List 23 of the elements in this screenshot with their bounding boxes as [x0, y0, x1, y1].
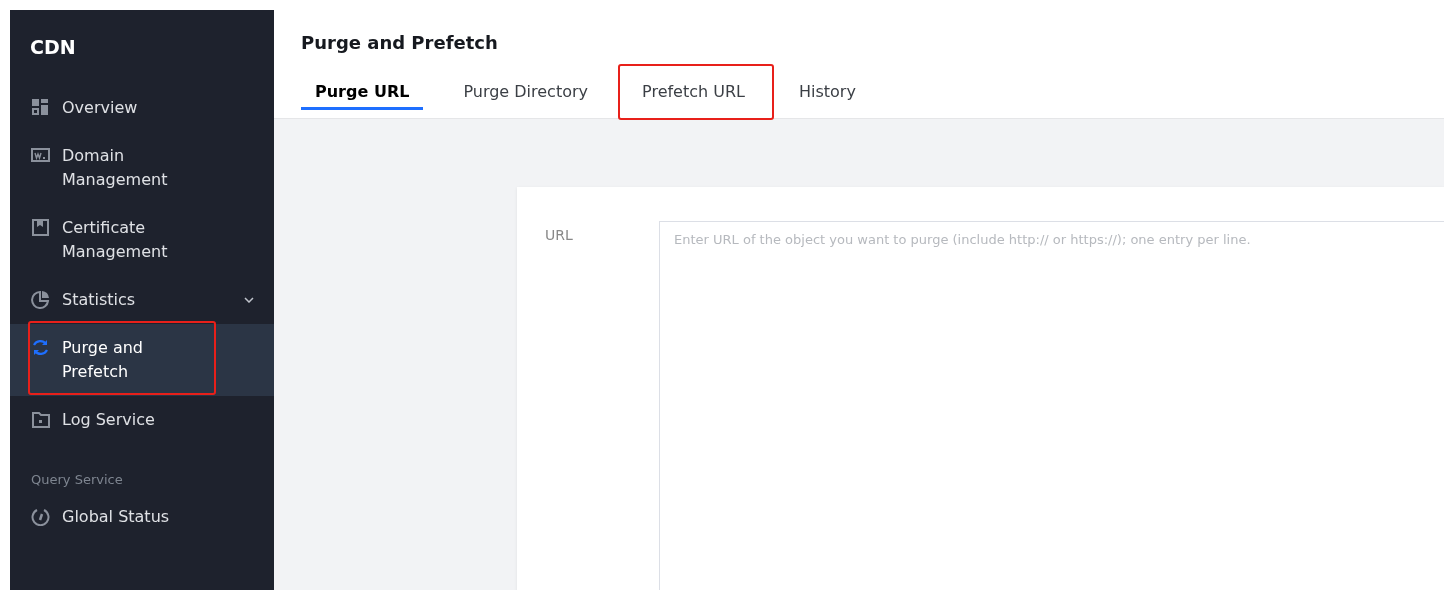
domain-icon — [31, 146, 50, 165]
sidebar-item[interactable]: Certificate Management — [10, 204, 274, 276]
section-label: Query Service — [30, 471, 124, 489]
tab[interactable]: Purge Directory — [449, 77, 603, 110]
gauge-icon — [31, 507, 50, 526]
field-label: URL — [545, 226, 574, 245]
folder-icon — [31, 410, 50, 429]
sidebar-item[interactable]: Purge and Prefetch — [10, 324, 274, 396]
sidebar-item[interactable]: Domain Management — [10, 132, 274, 204]
sidebar-item[interactable]: Log Service — [10, 396, 274, 444]
tab[interactable]: Prefetch URL — [628, 77, 759, 110]
sidebar-item[interactable]: Overview — [10, 84, 274, 132]
url-input-field[interactable]: Enter URL of the object you want to purge (include http:// or https://); one entry per line. — [659, 221, 1444, 590]
pie-chart-icon — [31, 290, 50, 309]
tab[interactable]: Purge URL — [301, 77, 424, 110]
sidebar-item[interactable]: Global Status — [10, 493, 274, 541]
sidebar-item[interactable]: Statistics — [10, 276, 274, 324]
page-title: Purge and Prefetch — [301, 32, 499, 53]
grid-icon — [31, 98, 50, 117]
certificate-icon — [31, 218, 50, 237]
tab[interactable]: History — [785, 77, 870, 110]
refresh-icon — [31, 338, 50, 357]
sidebar-title: CDN — [29, 35, 77, 60]
